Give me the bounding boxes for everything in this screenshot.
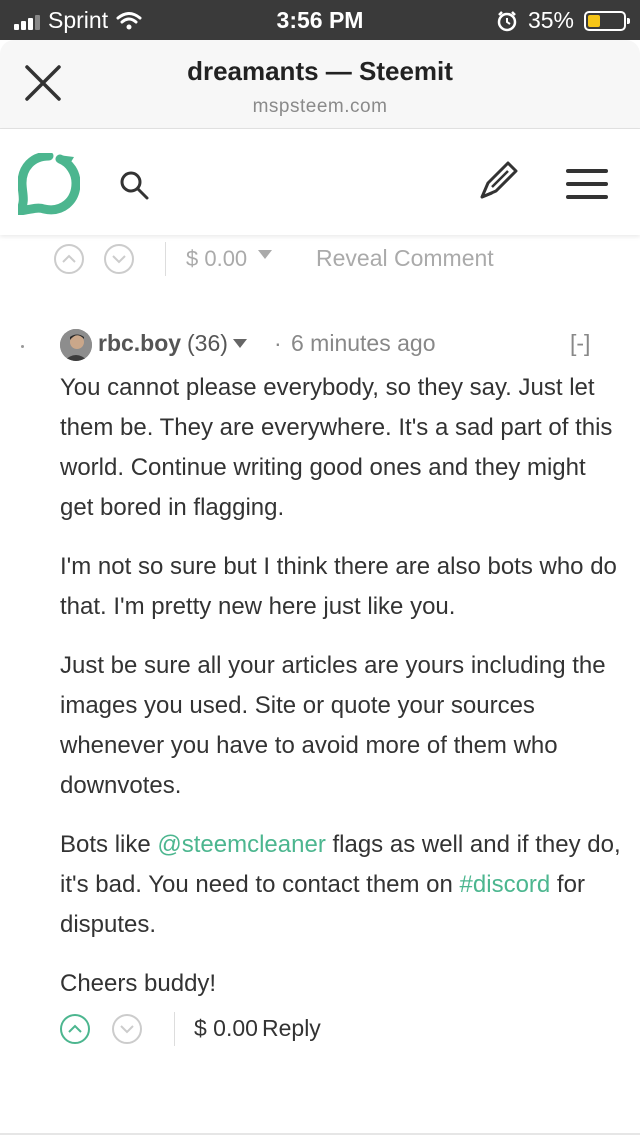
browser-header: dreamants — Steemit mspsteem.com	[0, 40, 640, 129]
status-right: 35%	[496, 7, 630, 34]
payout-value[interactable]: $ 0.00	[194, 1015, 258, 1042]
reveal-comment-link[interactable]: Reveal Comment	[316, 245, 494, 272]
reply-button[interactable]: Reply	[262, 1015, 321, 1042]
hashtag-link[interactable]: #discord	[460, 871, 551, 898]
chevron-down-icon	[120, 1025, 134, 1034]
meta-separator: ·	[274, 330, 282, 356]
comment-timestamp[interactable]: 6 minutes ago	[291, 330, 435, 357]
chevron-up-icon	[62, 254, 76, 263]
author-dropdown-icon[interactable]	[233, 339, 247, 348]
upvote-button[interactable]	[60, 1014, 90, 1044]
thread-bullet	[21, 345, 24, 348]
steemit-logo-icon[interactable]	[18, 153, 80, 215]
collapse-toggle[interactable]: [-]	[570, 330, 590, 357]
paragraph-text: Bots like	[60, 831, 158, 858]
comment-paragraph: Just be sure all your articles are yours…	[60, 652, 606, 799]
comment-author-link[interactable]: rbc.boy	[98, 330, 181, 357]
payout-value[interactable]: $ 0.00	[186, 246, 247, 272]
downvote-button[interactable]	[104, 244, 134, 274]
payout-dropdown-icon[interactable]	[258, 250, 272, 259]
alarm-icon	[497, 10, 517, 31]
user-mention-link[interactable]: @steemcleaner	[157, 831, 325, 858]
menu-icon[interactable]	[566, 167, 610, 201]
battery-icon	[584, 10, 630, 31]
comment-paragraph: Cheers buddy!	[60, 970, 217, 997]
status-bar: Sprint 3:56 PM 35%	[0, 0, 640, 40]
page-url: mspsteem.com	[252, 96, 388, 117]
author-reputation: (36)	[187, 330, 228, 356]
divider	[174, 1012, 175, 1046]
search-icon[interactable]	[118, 169, 150, 201]
app-navbar	[0, 129, 640, 235]
page-title: dreamants — Steemit	[187, 56, 453, 86]
downvote-button[interactable]	[112, 1014, 142, 1044]
comment-paragraph: I'm not so sure but I think there are al…	[60, 553, 617, 620]
user-avatar-icon	[60, 329, 92, 361]
write-post-icon[interactable]	[478, 159, 520, 201]
comment-paragraph: Bots like @steemcleaner flags as well an…	[60, 825, 625, 945]
chevron-up-icon	[68, 1024, 82, 1033]
comment-body: You cannot please everybody, so they say…	[60, 368, 625, 1023]
divider	[0, 1133, 640, 1135]
upvote-button[interactable]	[54, 244, 84, 274]
avatar[interactable]	[60, 329, 92, 361]
comment-paragraph: You cannot please everybody, so they say…	[60, 374, 613, 521]
chevron-down-icon	[112, 255, 126, 264]
battery-percent: 35%	[527, 7, 574, 33]
divider	[165, 242, 166, 276]
